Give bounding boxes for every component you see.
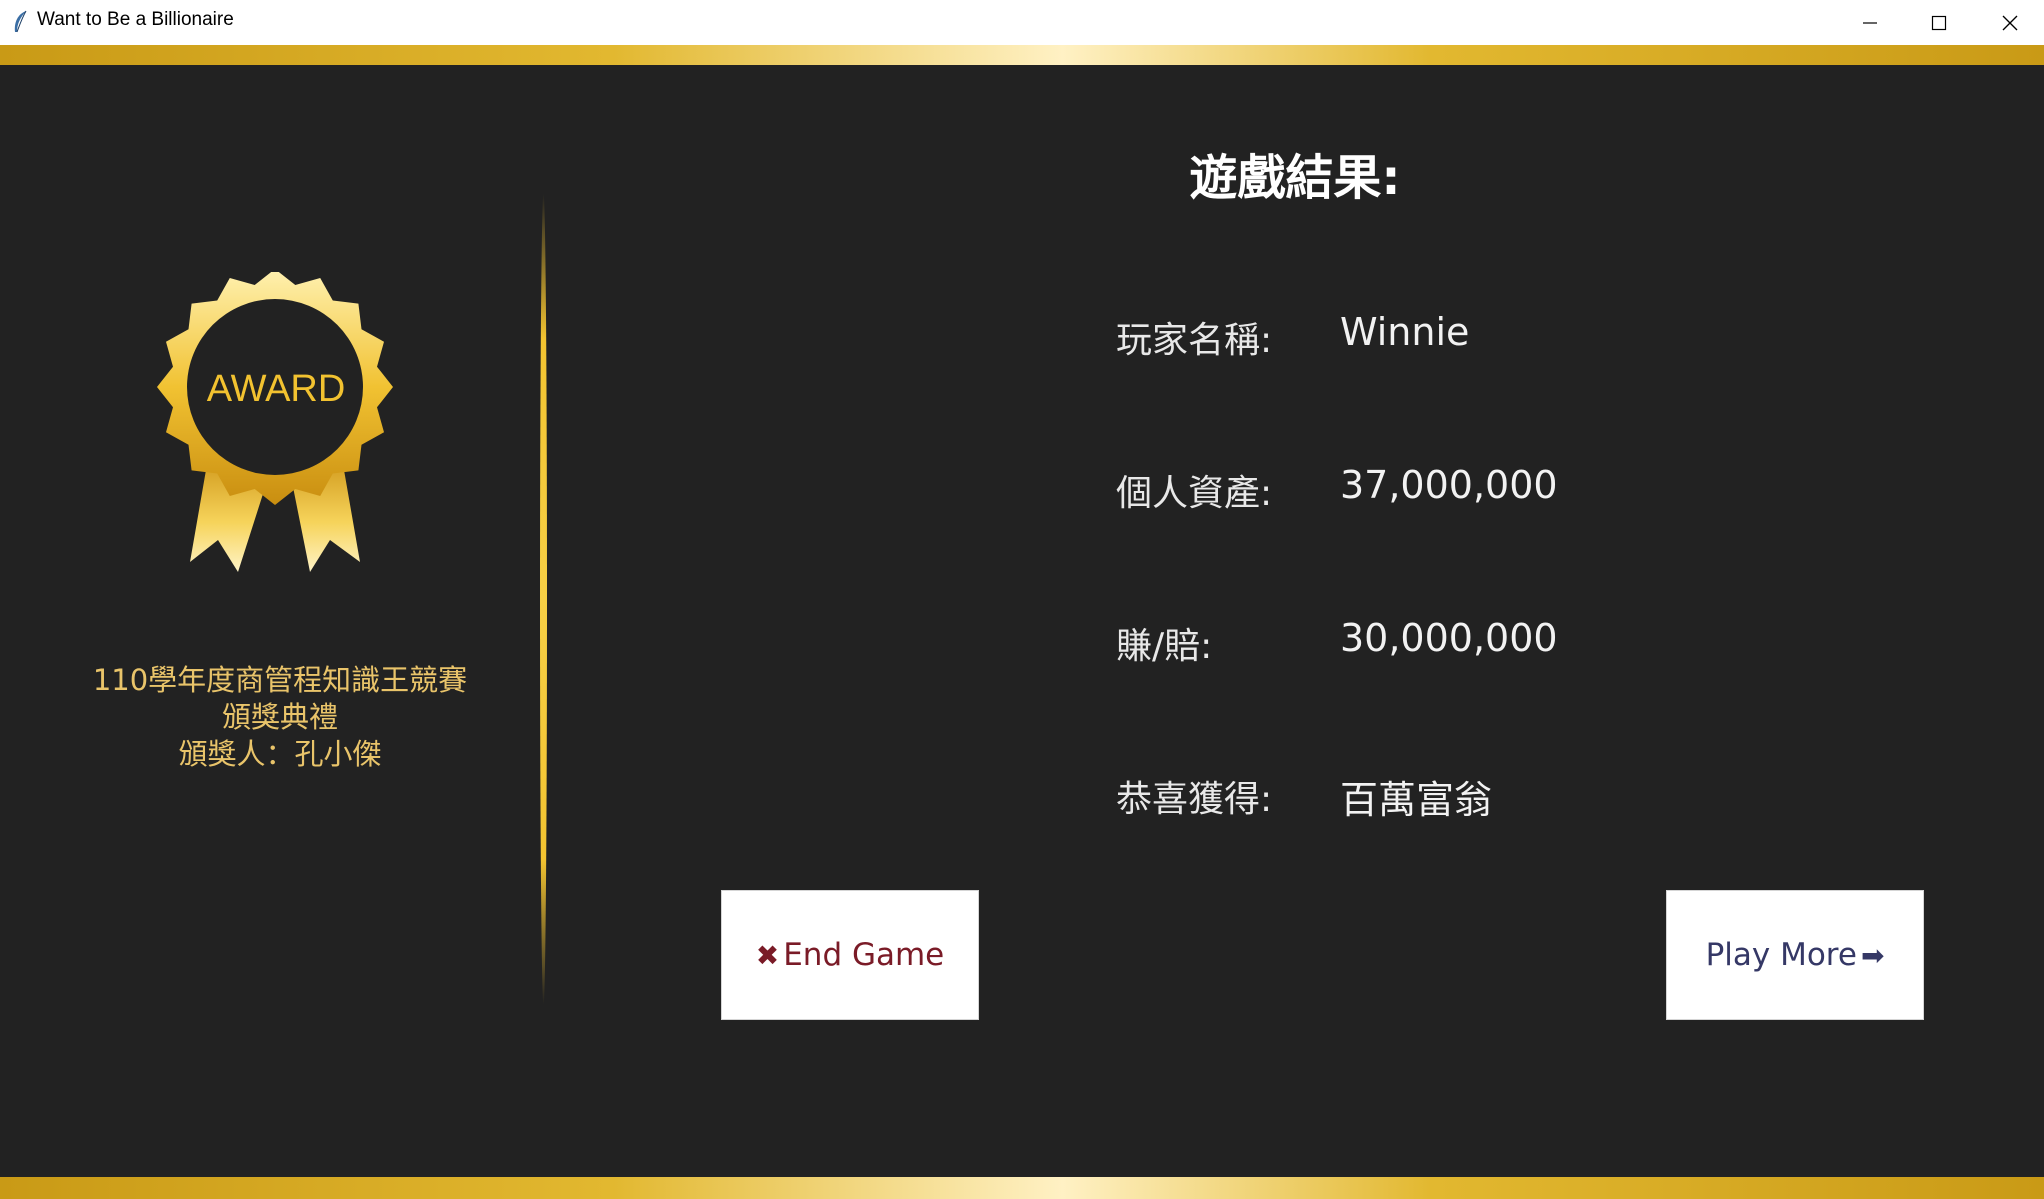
feather-icon [14,10,27,33]
minimize-icon [1863,21,1877,24]
player-name-label: 玩家名稱: [1116,320,1273,361]
assets-label: 個人資產: [1116,473,1273,514]
result-title: 遊戲結果: [1189,150,1401,206]
player-name-value: Winnie [1340,310,1470,354]
gold-top-border [0,45,2044,65]
award-badge-text: AWARD [207,368,346,410]
close-button[interactable] [1976,0,2044,45]
ceremony-caption: 110學年度商管程知識王競賽 頒獎典禮 頒獎人：孔小傑 [40,662,520,773]
profit-loss-label: 賺/賠: [1116,626,1213,667]
window-title: Want to Be a Billionaire [37,9,234,30]
caption-line2: 頒獎典禮 [221,700,338,734]
profit-loss-value: 30,000,000 [1340,616,1558,660]
maximize-icon [1931,15,1947,30]
gold-bottom-border [0,1177,2044,1199]
maximize-button[interactable] [1905,0,1973,45]
end-game-label: End Game [783,937,945,973]
arrow-right-icon: ➡ [1860,938,1885,972]
end-game-button[interactable]: ✖ End Game [721,890,979,1020]
caption-line3: 頒獎人：孔小傑 [178,737,382,771]
title-bar: Want to Be a Billionaire [0,0,2044,45]
minimize-button[interactable] [1836,0,1904,45]
play-more-button[interactable]: Play More ➡ [1666,890,1924,1020]
award-title-label: 恭喜獲得: [1116,779,1273,820]
play-more-label: Play More [1705,937,1857,973]
award-badge-icon: AWARD [157,272,393,572]
gold-divider [540,193,547,1005]
caption-line1: 110學年度商管程知識王競賽 [92,663,468,697]
close-icon [2002,15,2018,30]
award-title-value: 百萬富翁 [1340,778,1493,822]
assets-value: 37,000,000 [1340,463,1558,507]
close-x-icon: ✖ [755,938,780,972]
